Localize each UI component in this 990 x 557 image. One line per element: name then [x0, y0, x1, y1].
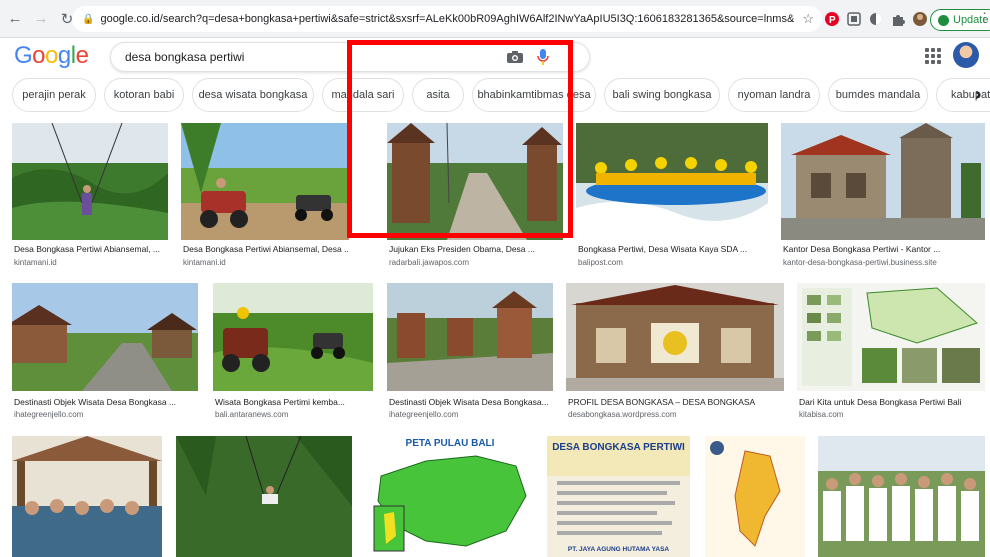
result-thumbnail	[213, 283, 373, 391]
result-thumbnail	[781, 123, 985, 240]
result-caption[interactable]: PROFIL DESA BONGKASA – DESA BONGKASA	[568, 397, 784, 407]
camera-search-icon[interactable]	[507, 51, 523, 63]
result-source[interactable]: desabongkasa.wordpress.com	[568, 410, 784, 419]
result-caption[interactable]: Destinasti Objek Wisata Desa Bongkasa...	[389, 397, 553, 407]
result-thumbnail	[576, 123, 768, 240]
result-source[interactable]: balipost.com	[578, 258, 768, 267]
image-result[interactable]: Desa Bongkasa Pertiwi Abiansemal, ... ki…	[12, 123, 168, 270]
chip-nyoman-landra[interactable]: nyoman landra	[728, 78, 820, 112]
chip-perajin-perak[interactable]: perajin perak	[12, 78, 96, 112]
address-bar[interactable]: 🔒 google.co.id/search?q=desa+bongkasa+pe…	[72, 6, 822, 32]
svg-text:P: P	[829, 15, 836, 26]
result-thumbnail	[818, 436, 985, 557]
image-result[interactable]: Destinasti Objek Wisata Desa Bongkasa ..…	[12, 283, 198, 423]
result-thumbnail	[176, 436, 352, 557]
result-thumbnail	[705, 436, 805, 557]
image-result[interactable]	[12, 436, 162, 557]
logo-letter: g	[57, 42, 71, 69]
browser-toolbar: ← → ↻ 🔒 google.co.id/search?q=desa+bongk…	[0, 0, 990, 38]
avatar	[938, 15, 949, 26]
image-result[interactable]	[176, 436, 352, 557]
image-result[interactable]: Dari Kita untuk Desa Bongkasa Pertiwi Ba…	[797, 283, 985, 423]
related-searches-bar: perajin perak kotoran babi desa wisata b…	[0, 78, 990, 114]
google-apps-icon[interactable]	[925, 48, 941, 64]
map-title: PETA PULAU BALI	[405, 438, 495, 449]
logo-letter: o	[45, 42, 58, 69]
microphone-icon[interactable]	[537, 49, 549, 65]
image-result[interactable]: Destinasti Objek Wisata Desa Bongkasa...…	[387, 283, 553, 423]
search-query: desa bongkasa pertiwi	[125, 50, 245, 64]
image-result[interactable]: Kantor Desa Bongkasa Pertiwi - Kantor ..…	[781, 123, 985, 270]
google-logo[interactable]: Google	[14, 42, 89, 70]
bookmark-star-icon[interactable]: ☆	[802, 11, 814, 27]
result-thumbnail	[12, 283, 198, 391]
image-result[interactable]: Bongkasa Pertiwi, Desa Wisata Kaya SDA .…	[576, 123, 768, 270]
chip-bali-swing-bongkasa[interactable]: bali swing bongkasa	[604, 78, 720, 112]
chip-kotoran-babi[interactable]: kotoran babi	[104, 78, 184, 112]
result-caption[interactable]: Dari Kita untuk Desa Bongkasa Pertiwi Ba…	[799, 397, 985, 407]
result-source[interactable]: ihategreenjello.com	[14, 410, 198, 419]
chip-desa-wisata-bongkasa[interactable]: desa wisata bongkasa	[192, 78, 314, 112]
dark-mode-extension-icon[interactable]	[866, 9, 886, 29]
result-thumbnail	[181, 123, 349, 240]
image-result[interactable]: PETA PULAU BALI	[366, 436, 534, 557]
back-arrow-icon[interactable]: ←	[4, 8, 26, 30]
url-text: google.co.id/search?q=desa+bongkasa+pert…	[100, 13, 795, 25]
result-source[interactable]: kintamani.id	[183, 258, 349, 267]
document-footer: PT. JAYA AGUNG HUTAMA YASA	[567, 546, 670, 553]
result-thumbnail	[12, 123, 168, 240]
result-source[interactable]: radarbali.jawapos.com	[389, 258, 563, 267]
result-thumbnail	[566, 283, 784, 391]
google-header: Google desa bongkasa pertiwi	[0, 38, 990, 76]
logo-letter: o	[32, 42, 46, 69]
result-thumbnail	[547, 436, 690, 557]
result-thumbnail	[12, 436, 162, 557]
logo-letter: e	[75, 42, 89, 69]
document-title: DESA BONGKASA PERTIWI	[552, 442, 685, 453]
result-thumbnail	[366, 436, 534, 557]
result-source[interactable]: bali.antaranews.com	[215, 410, 373, 419]
result-source[interactable]: kintamani.id	[14, 258, 168, 267]
image-result[interactable]: DESA BONGKASA PERTIWI PT. JAYA AGUNG HUT…	[547, 436, 690, 557]
image-result[interactable]	[705, 436, 805, 557]
result-source[interactable]: kitabisa.com	[799, 410, 985, 419]
result-caption[interactable]: Desa Bongkasa Pertiwi Abiansemal, Desa .…	[183, 244, 349, 254]
logo-letter: G	[14, 42, 33, 69]
chip-bumdes-mandala[interactable]: bumdes mandala	[828, 78, 928, 112]
result-caption[interactable]: Kantor Desa Bongkasa Pertiwi - Kantor ..…	[783, 244, 985, 254]
image-result[interactable]: Wisata Bongkasa Pertimi kemba... bali.an…	[213, 283, 373, 423]
image-result[interactable]: Jujukan Eks Presiden Obama, Desa ... rad…	[387, 123, 563, 270]
chevron-right-icon[interactable]: ›	[975, 84, 990, 108]
result-thumbnail	[387, 283, 553, 391]
forward-arrow-icon[interactable]: →	[30, 8, 52, 30]
image-result[interactable]: PROFIL DESA BONGKASA – DESA BONGKASA des…	[566, 283, 784, 423]
result-caption[interactable]: Bongkasa Pertiwi, Desa Wisata Kaya SDA .…	[578, 244, 768, 254]
chip-bhabinkamtibmas-desa[interactable]: bhabinkamtibmas desa	[472, 78, 596, 112]
lock-icon: 🔒	[82, 13, 95, 25]
result-caption[interactable]: Destinasti Objek Wisata Desa Bongkasa ..…	[14, 397, 198, 407]
chip-mandala-sari[interactable]: mandala sari	[322, 78, 404, 112]
extension-icon[interactable]	[844, 9, 864, 29]
profile-extension-icon[interactable]	[910, 9, 930, 29]
account-avatar[interactable]	[953, 42, 979, 68]
result-source[interactable]: ihategreenjello.com	[389, 410, 553, 419]
result-caption[interactable]: Wisata Bongkasa Pertimi kemba...	[215, 397, 373, 407]
result-caption[interactable]: Desa Bongkasa Pertiwi Abiansemal, ...	[14, 244, 168, 254]
pinterest-extension-icon[interactable]: P	[822, 9, 842, 29]
result-caption[interactable]: Jujukan Eks Presiden Obama, Desa ...	[389, 244, 563, 254]
chip-asita[interactable]: asita	[412, 78, 464, 112]
result-source[interactable]: kantor-desa-bongkasa-pertiwi.business.si…	[783, 258, 985, 267]
search-input[interactable]: desa bongkasa pertiwi	[110, 42, 590, 72]
result-thumbnail	[797, 283, 985, 391]
result-thumbnail	[387, 123, 563, 240]
image-result[interactable]: Desa Bongkasa Pertiwi Abiansemal, Desa .…	[181, 123, 349, 270]
more-menu-icon[interactable]: ⋮	[978, 10, 990, 26]
puzzle-extensions-icon[interactable]	[888, 9, 908, 29]
image-result[interactable]	[818, 436, 985, 557]
